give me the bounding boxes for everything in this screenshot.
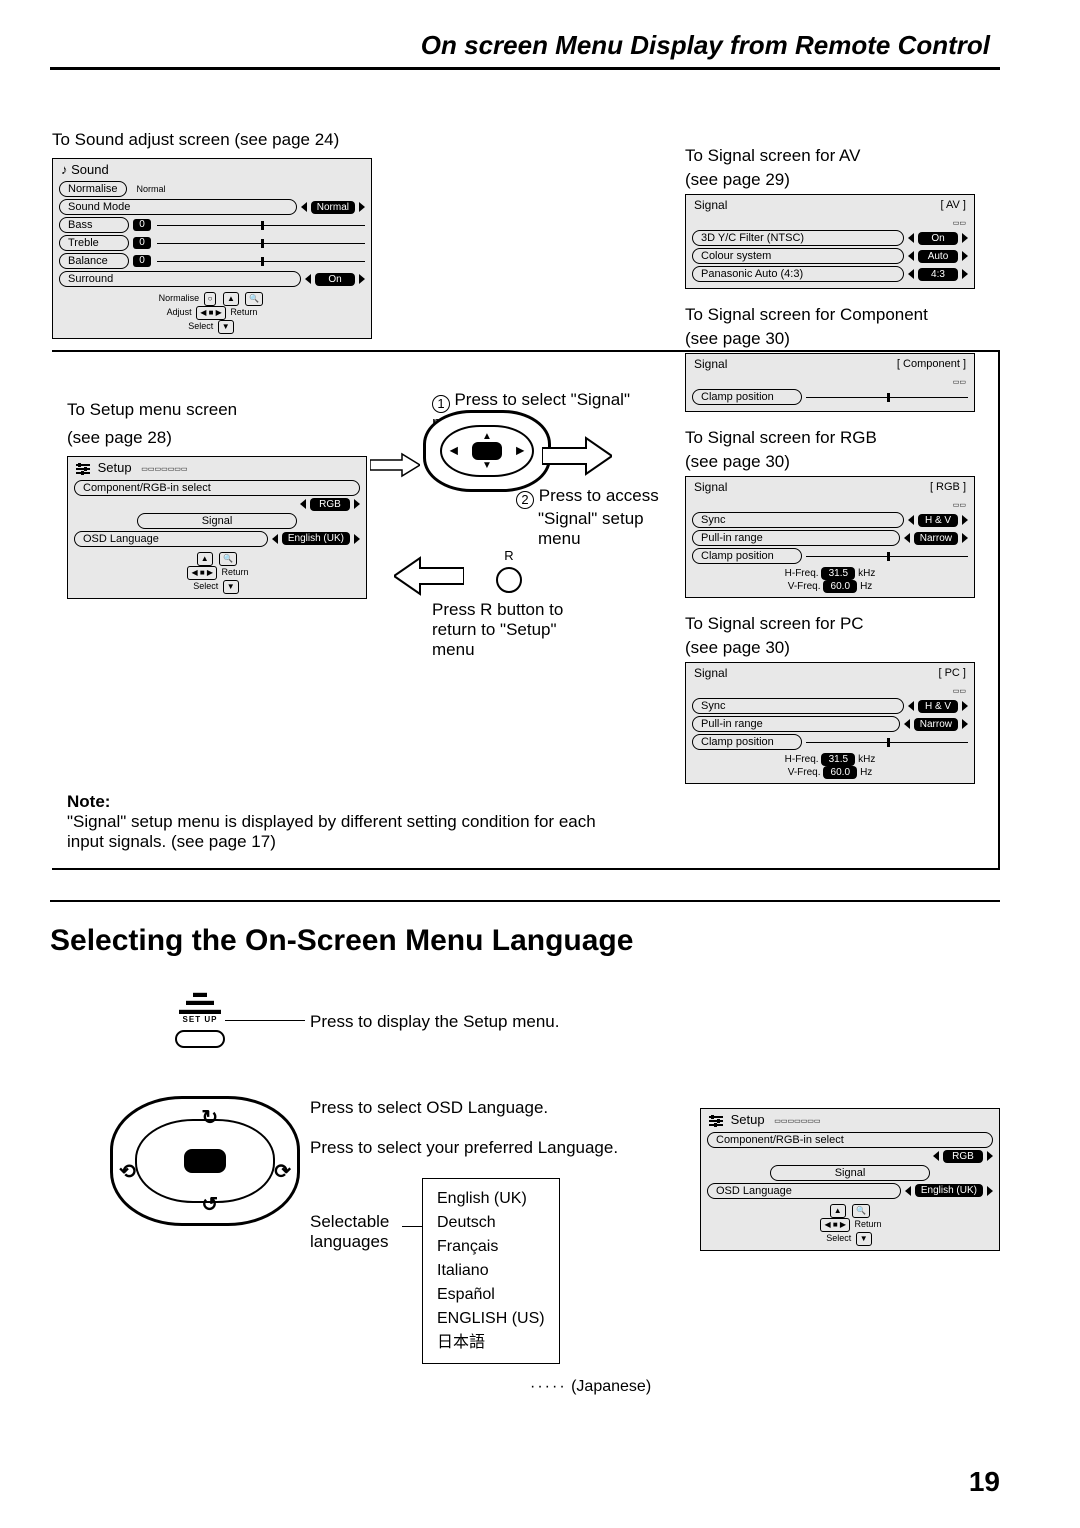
lang-item: Italiano bbox=[437, 1259, 545, 1283]
selectable-label: Selectable languages bbox=[310, 1178, 402, 1252]
page-header-title: On screen Menu Display from Remote Contr… bbox=[50, 30, 1000, 61]
row-osd-lang: OSD Language bbox=[74, 531, 268, 547]
treble-slider: 0 bbox=[133, 237, 365, 249]
balance-slider: 0 bbox=[133, 255, 365, 267]
sig-pc-caption-1: To Signal screen for PC bbox=[685, 614, 985, 634]
sound-caption: To Sound adjust screen (see page 24) bbox=[52, 130, 372, 150]
lang-item: 日本語 bbox=[437, 1331, 545, 1355]
r-button-icon bbox=[496, 567, 522, 593]
lang-item: Français bbox=[437, 1235, 545, 1259]
lang-item: Español bbox=[437, 1283, 545, 1307]
left-arrow-icon bbox=[301, 202, 307, 212]
sound-osd-footer: Normalise ○ ▲ 🔍 Adjust ◀ ■ ▶ Return Sele… bbox=[53, 288, 371, 338]
press-lang-text: Press to select your preferred Language. bbox=[310, 1138, 710, 1158]
row-balance: Balance bbox=[59, 253, 129, 269]
r-text: Press R button to return to "Setup" menu bbox=[432, 600, 563, 660]
sig-rgb-caption-2: (see page 30) bbox=[685, 452, 985, 472]
connector-line bbox=[225, 1020, 305, 1021]
press-osd-text: Press to select OSD Language. bbox=[310, 1098, 710, 1118]
bottom-setup-osd-block: Setup ▭▭▭▭▭▭▭ Component/RGB-in select RG… bbox=[700, 1108, 1000, 1251]
remote-dpad-large-icon: ⟲ ⟳ ↻ ↺ bbox=[110, 1096, 300, 1226]
setup-caption-2: (see page 28) bbox=[67, 428, 367, 448]
sig-av-caption-2: (see page 29) bbox=[685, 170, 985, 190]
row-surround: Surround bbox=[59, 271, 301, 287]
lang-item: Deutsch bbox=[437, 1211, 545, 1235]
lang-item: English (UK) bbox=[437, 1187, 545, 1211]
setup-osd-footer: ▲ 🔍 ◀ ■ ▶ Return Select ▼ bbox=[68, 548, 366, 598]
note-label: Note: bbox=[67, 792, 607, 812]
arrow-right-icon bbox=[542, 436, 612, 476]
page-number: 19 bbox=[969, 1466, 1000, 1498]
remote-dpad-icon: ◀ ▶ ▲ ▼ bbox=[423, 410, 551, 492]
sig-pc-caption-2: (see page 30) bbox=[685, 638, 985, 658]
row-signal: Signal bbox=[137, 513, 297, 529]
row-sound-mode: Sound Mode bbox=[59, 199, 297, 215]
heading-language: Selecting the On-Screen Menu Language bbox=[50, 924, 1000, 958]
press-setup-text: Press to display the Setup menu. bbox=[310, 1012, 559, 1032]
step-2-num: 2 bbox=[516, 491, 534, 509]
right-arrow-icon bbox=[359, 202, 365, 212]
sig-comp-caption-1: To Signal screen for Component bbox=[685, 305, 985, 325]
setup-lines-icon: ▬▬▬▬▬▬ bbox=[150, 988, 250, 1013]
sig-av-caption-1: To Signal screen for AV bbox=[685, 146, 985, 166]
language-instructions: Press to select OSD Language. Press to s… bbox=[310, 1098, 710, 1364]
header-rule bbox=[50, 67, 1000, 70]
r-label: R bbox=[496, 548, 522, 563]
sound-osd-title: ♪ Sound bbox=[53, 159, 371, 180]
normalise-pill: Normalise bbox=[59, 181, 127, 197]
note-block: Note: "Signal" setup menu is displayed b… bbox=[67, 792, 607, 852]
arrow-left-icon bbox=[394, 556, 464, 596]
section-rule bbox=[50, 900, 1000, 902]
r-button-block: R bbox=[496, 548, 522, 593]
sound-block: To Sound adjust screen (see page 24) ♪ S… bbox=[52, 130, 372, 339]
upper-diagram: To Sound adjust screen (see page 24) ♪ S… bbox=[50, 130, 1000, 870]
sliders-icon bbox=[76, 462, 90, 476]
signal-rgb-osd: Signal [ RGB ] ▭▭ Sync H & V Pull-in ran… bbox=[685, 476, 975, 598]
rgb-freq: H-Freq. 31.5 kHz V-Freq. 60.0 Hz bbox=[686, 565, 974, 597]
setup-block: To Setup menu screen (see page 28) Setup… bbox=[67, 400, 367, 599]
sliders-icon bbox=[709, 1114, 723, 1128]
japanese-note: ····· (Japanese) bbox=[530, 1378, 651, 1396]
row-bass: Bass bbox=[59, 217, 129, 233]
note-line-2: input signals. (see page 17) bbox=[67, 832, 607, 852]
lang-item: ENGLISH (US) bbox=[437, 1307, 545, 1331]
sig-rgb-caption-1: To Signal screen for RGB bbox=[685, 428, 985, 448]
setup-osd: Setup ▭▭▭▭▭▭▭ Component/RGB-in select RG… bbox=[67, 456, 367, 599]
arrow-setup-to-remote bbox=[370, 452, 420, 478]
setup-button-icon bbox=[175, 1030, 225, 1048]
bottom-setup-osd: Setup ▭▭▭▭▭▭▭ Component/RGB-in select RG… bbox=[700, 1108, 1000, 1251]
note-line-1: "Signal" setup menu is displayed by diff… bbox=[67, 812, 607, 832]
pc-freq: H-Freq. 31.5 kHz V-Freq. 60.0 Hz bbox=[686, 751, 974, 783]
manual-page: On screen Menu Display from Remote Contr… bbox=[0, 0, 1080, 1528]
setup-button-block: ▬▬▬▬▬▬ SET UP bbox=[150, 988, 250, 1048]
signal-component-osd: Signal [ Component ] ▭▭ Clamp position bbox=[685, 353, 975, 412]
setup-osd-title: Setup ▭▭▭▭▭▭▭ bbox=[68, 457, 366, 479]
step-2: 2 Press to access "Signal" setup menu bbox=[516, 486, 676, 549]
setup-caption-1: To Setup menu screen bbox=[67, 400, 367, 420]
bass-slider: 0 bbox=[133, 219, 365, 231]
language-list-box: English (UK) Deutsch Français Italiano E… bbox=[422, 1178, 560, 1364]
sig-comp-caption-2: (see page 30) bbox=[685, 329, 985, 349]
sound-osd: ♪ Sound Normalise Normal Sound Mode Norm… bbox=[52, 158, 372, 339]
row-comp-rgb: Component/RGB-in select bbox=[74, 480, 360, 496]
signal-pc-osd: Signal [ PC ] ▭▭ Sync H & V Pull-in rang… bbox=[685, 662, 975, 784]
language-section: ▬▬▬▬▬▬ SET UP Press to display the Setup… bbox=[50, 988, 1000, 1408]
row-treble: Treble bbox=[59, 235, 129, 251]
signal-screens-column: To Signal screen for AV (see page 29) Si… bbox=[685, 130, 985, 792]
signal-av-osd: Signal [ AV ] ▭▭ 3D Y/C Filter (NTSC) On… bbox=[685, 194, 975, 289]
selectable-languages-row: Selectable languages English (UK) Deutsc… bbox=[310, 1178, 710, 1364]
